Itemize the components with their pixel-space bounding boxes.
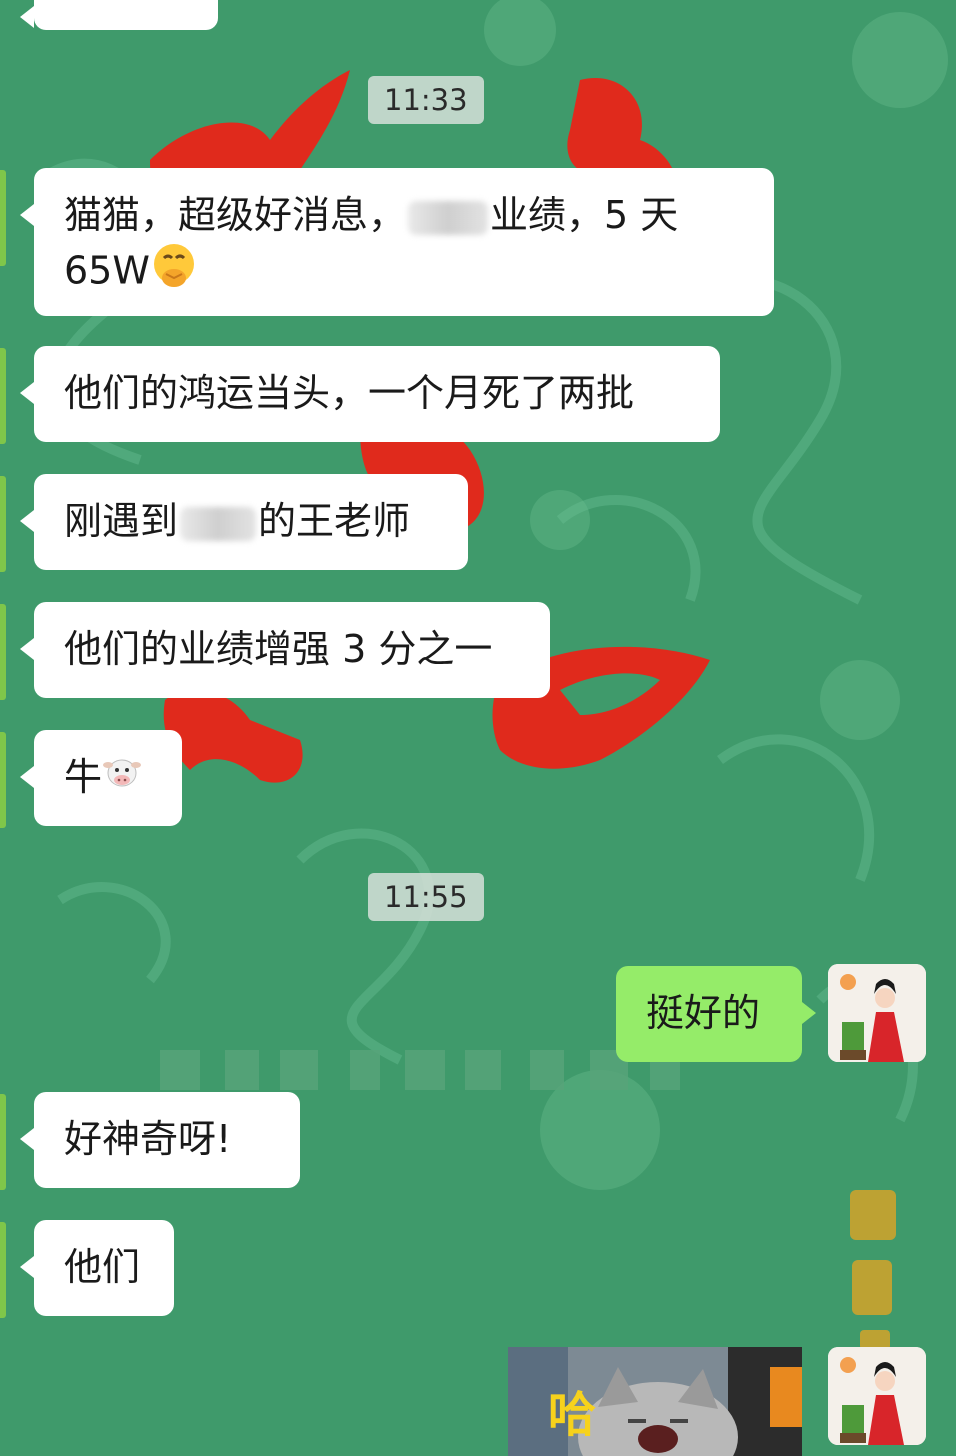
message-text: 65W xyxy=(64,248,150,293)
message-text: 的王老师 xyxy=(258,499,411,543)
message-bubble[interactable]: 他们的业绩增强 3 分之一 xyxy=(20,602,550,698)
cow-face-emoji xyxy=(102,753,142,807)
message-bubble[interactable]: 他们 xyxy=(20,1220,174,1316)
face-with-hand-over-mouth-emoji xyxy=(150,242,198,304)
message-text: 好神奇呀! xyxy=(64,1117,232,1161)
message-text: 业绩，5 天 xyxy=(490,193,679,237)
timestamp: 11:33 xyxy=(368,76,484,124)
sticker-caption: 哈 xyxy=(548,1387,597,1443)
message-bubble[interactable]: 牛 xyxy=(20,730,182,826)
sender-avatar-edge xyxy=(0,604,6,700)
message-text: 他们的业绩增强 3 分之一 xyxy=(64,627,493,671)
avatar[interactable] xyxy=(828,964,926,1062)
sender-avatar-edge xyxy=(0,476,6,572)
message-text: 他们的鸿运当头，一个月死了两批 xyxy=(64,371,635,415)
message-text: 他们 xyxy=(64,1245,141,1289)
message-bubble[interactable]: 他们的鸿运当头，一个月死了两批 xyxy=(20,346,720,442)
message-bubble[interactable]: 猫猫，超级好消息， 业绩，5 天 65W xyxy=(20,168,774,316)
cat-sticker-image[interactable]: 哈 xyxy=(508,1347,802,1456)
message-bubble[interactable]: 好神奇呀! xyxy=(20,1092,300,1188)
sender-avatar-edge xyxy=(0,732,6,828)
sender-avatar-edge xyxy=(0,1222,6,1318)
message-bubble-outgoing[interactable]: 挺好的 xyxy=(616,966,816,1062)
avatar[interactable] xyxy=(828,1347,926,1445)
message-text: 猫猫，超级好消息， xyxy=(64,193,407,237)
message-text: 挺好的 xyxy=(646,991,761,1035)
sender-avatar-edge xyxy=(0,170,6,266)
blurred-text xyxy=(180,506,257,541)
sender-avatar-edge xyxy=(0,1094,6,1190)
message-text: 牛 xyxy=(64,755,103,799)
message-bubble[interactable]: 刚遇到 的王老师 xyxy=(20,474,468,570)
message-text: 刚遇到 xyxy=(64,499,179,543)
sender-avatar-edge xyxy=(0,348,6,444)
timestamp: 11:55 xyxy=(368,873,484,921)
blurred-text xyxy=(408,200,489,235)
message-bubble-partial[interactable] xyxy=(20,0,218,30)
